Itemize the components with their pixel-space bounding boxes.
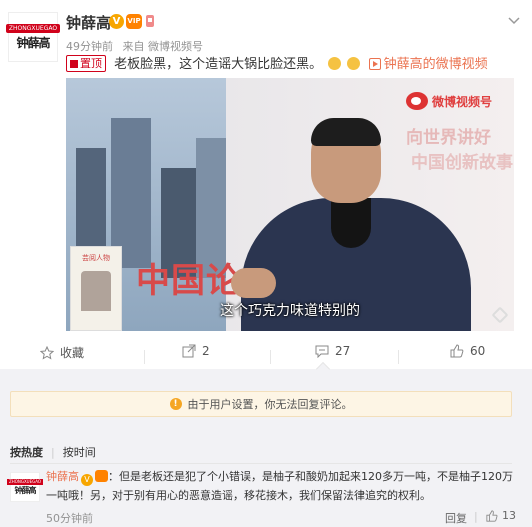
repost-button[interactable]: 2 bbox=[182, 344, 210, 358]
comment-sort: 按热度 | 按时间 bbox=[10, 444, 96, 460]
book-title: 芸阅人物 bbox=[82, 254, 110, 262]
comment-icon bbox=[315, 345, 329, 358]
sort-by-hot[interactable]: 按热度 bbox=[10, 446, 43, 459]
weibo-watermark: 微博视频号 bbox=[406, 92, 496, 110]
notice-text: 由于用户设置，你无法回复评论。 bbox=[187, 398, 353, 411]
sticker-icon bbox=[146, 15, 154, 27]
post-content: 置顶 老板脸黑，这个造谣大锅比脸还黑。 钟薛高的微博视频 bbox=[66, 53, 488, 72]
post-time[interactable]: 49分钟前 bbox=[66, 40, 113, 53]
divider bbox=[270, 350, 271, 364]
chevron-down-icon[interactable] bbox=[508, 14, 520, 29]
comment-time: 50分钟前 bbox=[46, 512, 93, 525]
like-count: 60 bbox=[470, 344, 486, 358]
comment-reply-button[interactable]: 回复 bbox=[445, 510, 467, 526]
backdrop-big-text: 中国论 bbox=[136, 261, 241, 301]
repost-icon bbox=[182, 344, 196, 358]
post-source[interactable]: 微博视频号 bbox=[148, 40, 203, 53]
like-button[interactable]: 60 bbox=[450, 344, 485, 358]
author-name[interactable]: 钟薛高 bbox=[66, 12, 111, 33]
avatar-brand: 钟薛高 bbox=[16, 35, 50, 50]
comment-action-divider: | bbox=[474, 510, 478, 523]
video-subtitle: 这个巧克力味道特别的 bbox=[220, 303, 360, 319]
comment-section: ! 由于用户设置，你无法回复评论。 按热度 | 按时间 ZHONGXUEGAO 钟薛… bbox=[0, 369, 532, 527]
divider bbox=[144, 350, 145, 364]
divider bbox=[10, 463, 512, 464]
post-meta: 49分钟前 来自 微博视频号 bbox=[66, 38, 203, 54]
thumbs-up-icon bbox=[450, 344, 464, 358]
post-text: 老板脸黑，这个造谣大锅比脸还黑。 bbox=[114, 57, 323, 72]
comment-body: 钟薛高 V ：但是老板还是犯了个小错误，是柚子和酸奶加起来120多万一吨，不是柚子1… bbox=[46, 467, 520, 505]
comment-like-button[interactable]: 13 bbox=[486, 509, 516, 522]
sort-by-time[interactable]: 按时间 bbox=[63, 446, 96, 459]
thumbs-up-icon bbox=[486, 509, 498, 522]
comment-count: 27 bbox=[335, 344, 351, 358]
comment-text: ：但是老板还是犯了个小错误，是柚子和酸奶加起来120多万一吨，不是柚子120万一… bbox=[46, 470, 513, 502]
favorite-button[interactable]: 收藏 bbox=[40, 344, 84, 361]
comment-avatar[interactable]: ZHONGXUEGAO 钟薛高 bbox=[6, 472, 44, 502]
comment-like-count: 13 bbox=[502, 509, 516, 522]
verified-badge-icon: V bbox=[109, 14, 124, 29]
pin-icon bbox=[70, 60, 78, 68]
comment-author[interactable]: 钟薛高 bbox=[46, 470, 79, 483]
vip-badge-icon bbox=[95, 470, 108, 482]
reply-disabled-notice: ! 由于用户设置，你无法回复评论。 bbox=[10, 391, 512, 417]
weibo-logo-icon bbox=[406, 92, 428, 110]
verified-badge-icon: V bbox=[81, 474, 93, 486]
warning-icon: ! bbox=[169, 398, 182, 410]
video-play-icon bbox=[368, 58, 381, 70]
favorite-label: 收藏 bbox=[60, 346, 85, 360]
vip-badge-icon[interactable]: VIP bbox=[126, 14, 142, 29]
video-link-label: 钟薛高的微博视频 bbox=[383, 57, 488, 72]
repost-count: 2 bbox=[202, 344, 210, 358]
speaker-shirt bbox=[331, 198, 371, 248]
avatar-brand: 钟薛高 bbox=[14, 484, 37, 495]
video-link[interactable]: 钟薛高的微博视频 bbox=[368, 57, 488, 72]
watermark-text: 微博视频号 bbox=[432, 95, 493, 109]
avatar-tag: ZHONGXUEGAO bbox=[5, 23, 61, 33]
comment-button[interactable]: 27 bbox=[315, 344, 350, 358]
emoji-icon bbox=[347, 57, 361, 70]
pinned-badge: 置顶 bbox=[66, 55, 106, 72]
emoji-icon bbox=[328, 57, 342, 70]
avatar[interactable]: ZHONGXUEGAO 钟薛高 bbox=[5, 12, 61, 62]
speaker-hair bbox=[311, 118, 381, 146]
pin-label: 置顶 bbox=[80, 57, 102, 70]
star-icon bbox=[40, 345, 54, 360]
sort-divider: | bbox=[51, 446, 55, 459]
divider bbox=[398, 350, 399, 364]
speaker-hand bbox=[231, 268, 276, 298]
source-prefix: 来自 bbox=[122, 40, 145, 53]
video-player[interactable]: 向世界讲好 中国创新故事 中国论 芸阅人物 微博视频号 这个巧克力味道特别的 bbox=[66, 78, 514, 331]
action-bar: 收藏 2 27 60 bbox=[0, 344, 532, 372]
